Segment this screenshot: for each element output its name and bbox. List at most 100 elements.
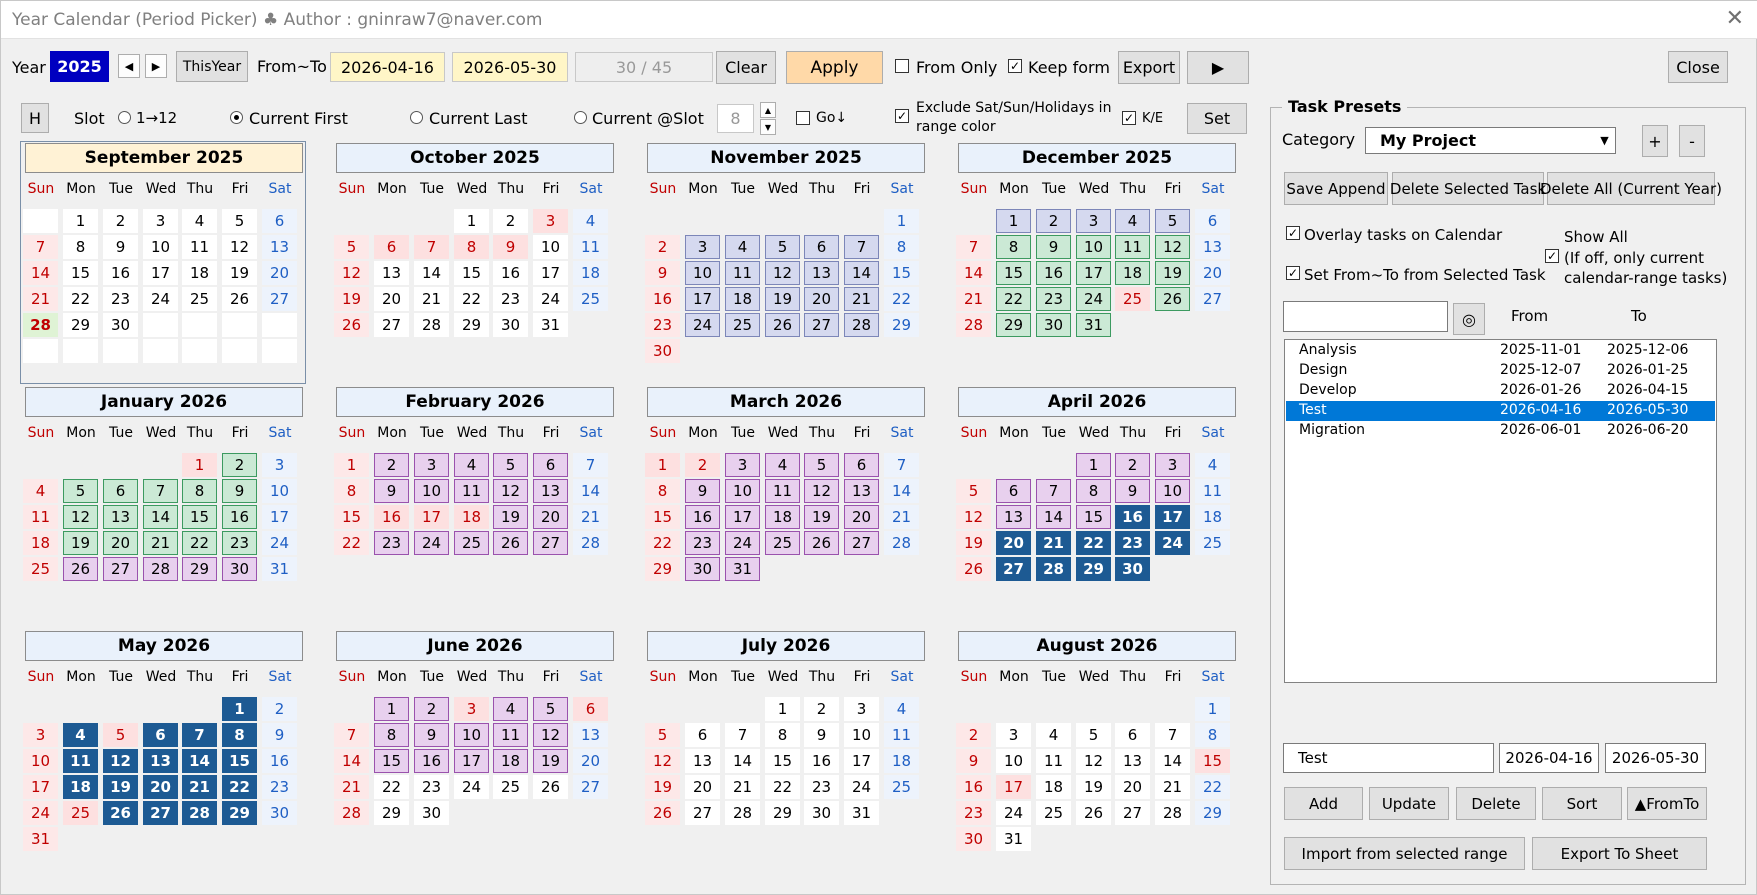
set-button[interactable]: Set [1187,103,1247,134]
day-cell[interactable]: 30 [645,339,680,363]
day-cell[interactable]: 26 [1076,801,1111,825]
day-cell[interactable]: 9 [493,235,528,259]
day-cell[interactable]: 5 [222,209,257,233]
day-cell[interactable]: 29 [645,557,680,581]
day-cell[interactable]: 4 [573,209,608,233]
next-year-button[interactable]: ▶ [145,54,167,78]
day-cell[interactable]: 17 [996,775,1031,799]
day-cell[interactable]: 22 [996,287,1031,311]
add-task-button[interactable]: Add [1284,787,1363,820]
day-cell[interactable]: 25 [1195,531,1230,555]
day-cell[interactable]: 1 [996,209,1031,233]
day-cell[interactable]: 8 [334,479,369,503]
day-cell[interactable]: 4 [1195,453,1230,477]
day-cell[interactable]: 1 [884,209,919,233]
day-cell[interactable]: 24 [454,775,489,799]
day-cell[interactable]: 15 [182,505,217,529]
day-cell[interactable]: 24 [143,287,178,311]
day-cell[interactable]: 20 [262,261,297,285]
day-cell[interactable]: 22 [645,531,680,555]
day-cell[interactable]: 27 [804,313,839,337]
day-cell[interactable]: 29 [222,801,257,825]
day-cell[interactable]: 20 [844,505,879,529]
import-range-button[interactable]: Import from selected range [1284,837,1525,870]
day-cell[interactable]: 8 [884,235,919,259]
day-cell[interactable]: 25 [454,531,489,555]
day-cell[interactable]: 27 [573,775,608,799]
day-cell[interactable]: 15 [222,749,257,773]
day-cell[interactable]: 27 [685,801,720,825]
day-cell[interactable]: 13 [1115,749,1150,773]
day-cell[interactable]: 17 [143,261,178,285]
day-cell[interactable]: 16 [1115,505,1150,529]
day-cell[interactable]: 14 [844,261,879,285]
year-field[interactable]: 2025 [50,51,109,82]
day-cell[interactable]: 15 [63,261,98,285]
day-cell[interactable]: 22 [765,775,800,799]
day-cell[interactable]: 18 [1195,505,1230,529]
day-cell[interactable]: 4 [725,235,760,259]
day-cell[interactable]: 20 [143,775,178,799]
day-cell[interactable]: 12 [222,235,257,259]
day-cell[interactable]: 13 [103,505,138,529]
day-cell[interactable]: 20 [685,775,720,799]
day-cell[interactable]: 29 [63,313,98,337]
day-cell[interactable]: 28 [573,531,608,555]
day-cell[interactable]: 21 [23,287,58,311]
day-cell[interactable]: 2 [645,235,680,259]
day-cell[interactable]: 7 [956,235,991,259]
day-cell[interactable]: 13 [262,235,297,259]
day-cell[interactable]: 21 [182,775,217,799]
day-cell[interactable]: 21 [414,287,449,311]
window-close-icon[interactable]: ✕ [1726,7,1744,31]
day-cell[interactable]: 18 [765,505,800,529]
day-cell[interactable]: 25 [573,287,608,311]
day-cell[interactable]: 28 [1155,801,1190,825]
day-cell[interactable]: 16 [1036,261,1071,285]
search-icon[interactable]: ◎ [1453,303,1485,335]
day-cell[interactable]: 14 [725,749,760,773]
day-cell[interactable]: 9 [645,261,680,285]
day-cell[interactable]: 14 [573,479,608,503]
day-cell[interactable]: 6 [1115,723,1150,747]
day-cell[interactable]: 12 [956,505,991,529]
delete-all-button[interactable]: Delete All (Current Year) [1540,172,1722,205]
day-cell[interactable]: 7 [884,453,919,477]
day-cell[interactable]: 14 [956,261,991,285]
day-cell[interactable]: 11 [23,505,58,529]
day-cell[interactable]: 5 [956,479,991,503]
day-cell[interactable]: 3 [262,453,297,477]
day-cell[interactable]: 2 [103,209,138,233]
day-cell[interactable]: 9 [1036,235,1071,259]
slot-number-field[interactable]: 8 [717,104,754,133]
day-cell[interactable]: 28 [143,557,178,581]
day-cell[interactable]: 5 [1155,209,1190,233]
day-cell[interactable]: 31 [996,827,1031,851]
day-cell[interactable]: 25 [493,775,528,799]
day-cell[interactable]: 23 [645,313,680,337]
day-cell[interactable]: 30 [414,801,449,825]
day-cell[interactable]: 3 [1155,453,1190,477]
day-cell[interactable]: 30 [685,557,720,581]
day-cell[interactable]: 28 [1036,557,1071,581]
task-name-input[interactable]: Test [1283,743,1494,773]
day-cell[interactable]: 2 [414,697,449,721]
day-cell[interactable]: 21 [334,775,369,799]
day-cell[interactable]: 6 [262,209,297,233]
delete-selected-task-button[interactable]: Delete Selected Task [1390,172,1546,205]
day-cell[interactable]: 23 [1036,287,1071,311]
day-cell[interactable]: 21 [573,505,608,529]
day-cell[interactable]: 1 [182,453,217,477]
day-cell[interactable]: 21 [1036,531,1071,555]
day-cell[interactable]: 30 [222,557,257,581]
day-cell[interactable]: 4 [493,697,528,721]
day-cell[interactable]: 20 [1115,775,1150,799]
day-cell[interactable]: 23 [374,531,409,555]
day-cell[interactable]: 13 [804,261,839,285]
keep-form-checkbox[interactable]: ✓ [1008,59,1022,73]
day-cell[interactable]: 25 [725,313,760,337]
day-cell[interactable]: 8 [1195,723,1230,747]
day-cell[interactable]: 6 [844,453,879,477]
day-cell[interactable]: 21 [725,775,760,799]
day-cell[interactable]: 27 [374,313,409,337]
